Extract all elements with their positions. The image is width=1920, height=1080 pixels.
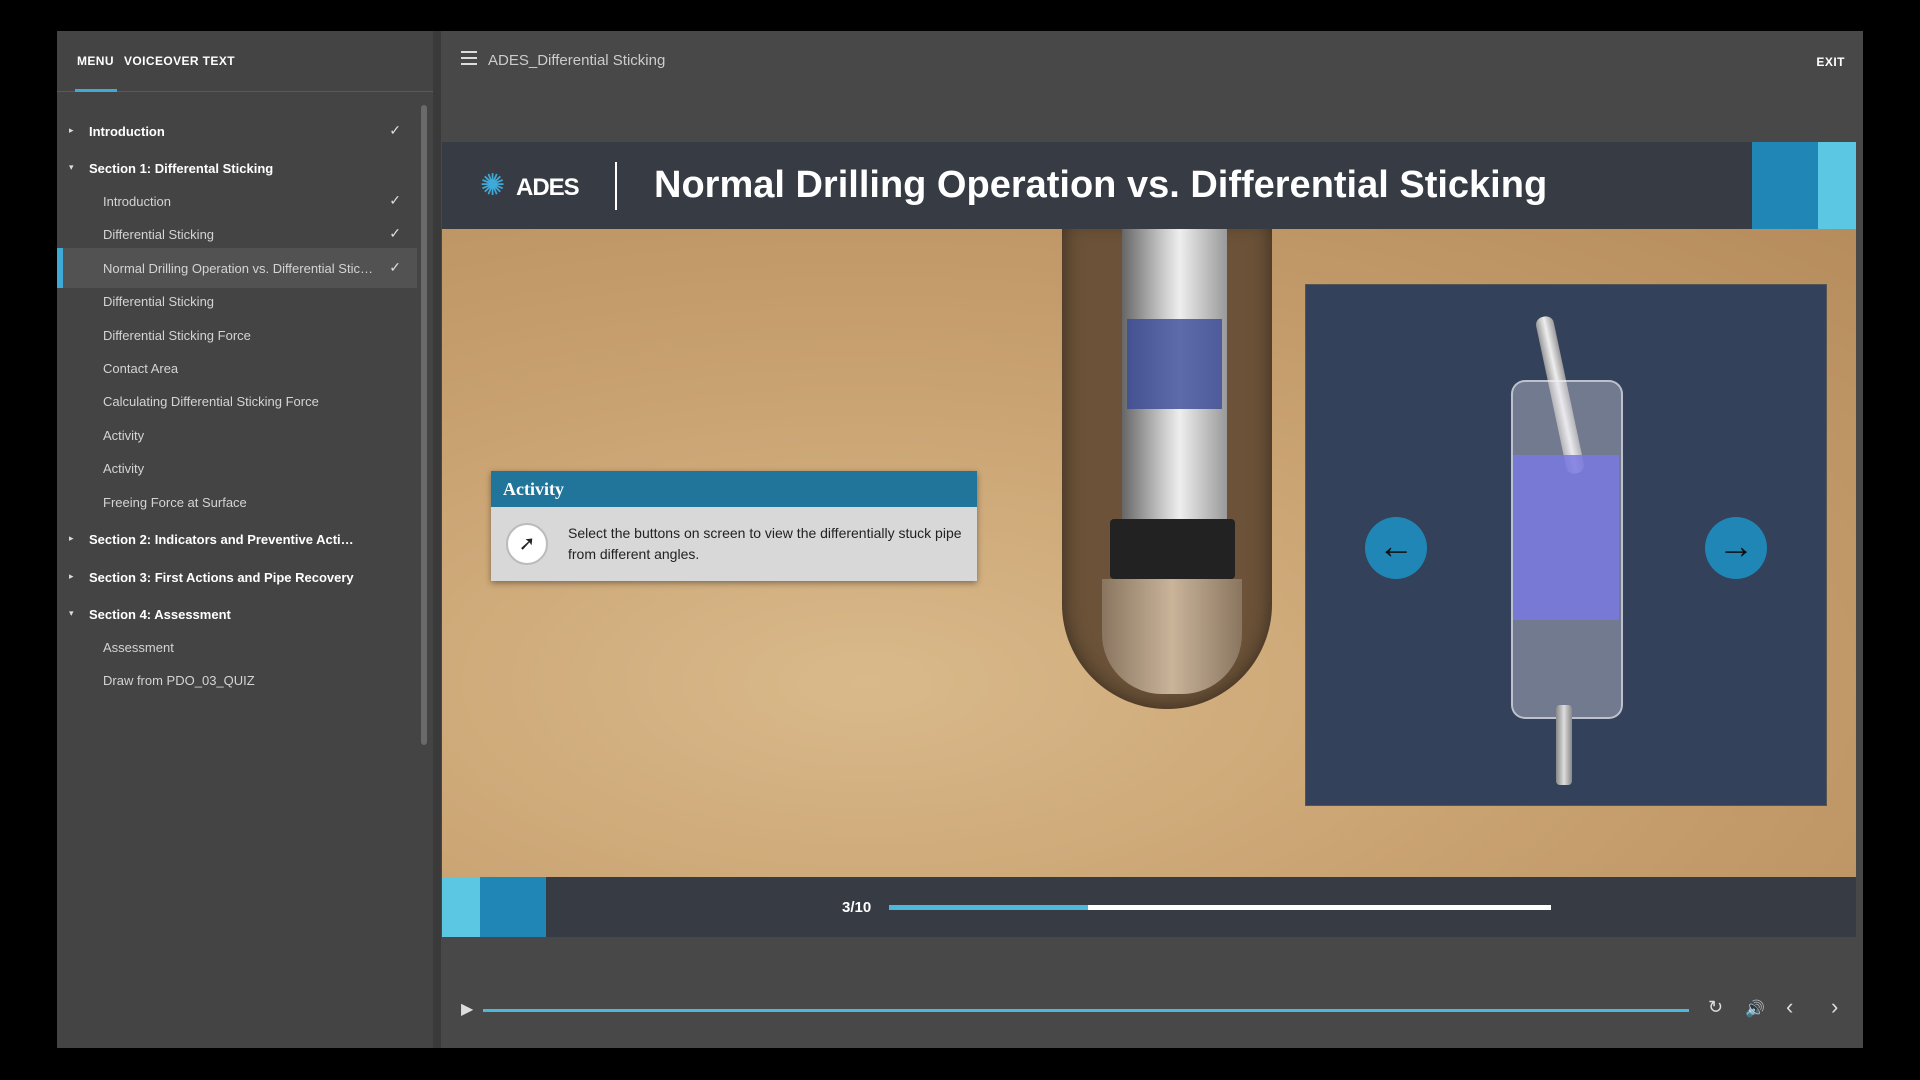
chevron-left-icon[interactable]: ‹ bbox=[1786, 994, 1793, 1020]
checkmark-icon: ✓ bbox=[389, 225, 401, 241]
slide-progress-fill bbox=[889, 905, 1088, 910]
play-icon[interactable]: ▶ bbox=[461, 999, 473, 1019]
menu-item-label: Section 1: Differental Sticking bbox=[89, 161, 274, 176]
menu-item-label: Normal Drilling Operation vs. Differenti… bbox=[103, 261, 373, 276]
menu-item-label: Section 2: Indicators and Preventive Act… bbox=[89, 532, 359, 547]
menu-list: ▸ Introduction ✓ ▾ Section 1: Differental St… bbox=[57, 91, 417, 1048]
menu-item[interactable]: Freeing Force at Surface bbox=[57, 482, 417, 522]
menu-item-label: Calculating Differential Sticking Force bbox=[103, 394, 319, 409]
pipe-bottom-illustration bbox=[1556, 705, 1572, 785]
caret-right-icon: ▸ bbox=[69, 125, 74, 135]
caret-right-icon: ▸ bbox=[69, 571, 74, 581]
activity-instructions: Select the buttons on screen to view the… bbox=[568, 525, 962, 562]
sidebar: MENU VOICEOVER TEXT ▸ Introduction ✓ ▾ Secti… bbox=[57, 31, 441, 1048]
footer-accent-dark bbox=[480, 877, 546, 937]
sidebar-scrollbar[interactable] bbox=[421, 105, 427, 745]
header-accent-light bbox=[1818, 142, 1856, 229]
menu-item-label: Draw from PDO_03_QUIZ bbox=[103, 673, 255, 688]
header-divider bbox=[615, 162, 617, 210]
page-counter: 3/10 bbox=[842, 899, 872, 916]
menu-section[interactable]: ▸ Section 2: Indicators and Preventive Ac… bbox=[57, 519, 417, 559]
menu-item-label: Introduction bbox=[89, 124, 165, 139]
menu-item[interactable]: Draw from PDO_03_QUIZ bbox=[57, 660, 417, 700]
logo-text: ADES bbox=[516, 174, 580, 201]
top-bar: ADES_Differential Sticking EXIT bbox=[441, 31, 1863, 91]
player-controls: ▶ ↻ 🔊 ‹ › bbox=[441, 991, 1863, 1031]
slide-footer: 3/10 bbox=[442, 877, 1856, 937]
activity-callout: Activity ➚ Select the buttons on screen … bbox=[491, 471, 977, 581]
checkmark-icon: ✓ bbox=[389, 122, 401, 138]
chevron-right-icon[interactable]: › bbox=[1831, 994, 1838, 1020]
slide: ✺ ADES Normal Drilling Operation vs. Dif… bbox=[442, 142, 1856, 937]
ades-logo: ✺ ADES bbox=[480, 170, 590, 202]
checkmark-icon: ✓ bbox=[389, 192, 401, 208]
volume-icon[interactable]: 🔊 bbox=[1745, 999, 1765, 1019]
menu-item-label: Differential Sticking Force bbox=[103, 328, 251, 343]
slide-title: Normal Drilling Operation vs. Differenti… bbox=[654, 164, 1548, 206]
menu-item-label: Section 4: Assessment bbox=[89, 607, 231, 622]
logo-star-icon: ✺ bbox=[480, 169, 506, 202]
menu-item-label: Differential Sticking bbox=[103, 227, 215, 242]
hamburger-icon[interactable] bbox=[461, 51, 477, 69]
drill-collar-illustration bbox=[1110, 519, 1235, 579]
menu-item-label: Section 3: First Actions and Pipe Recove… bbox=[89, 570, 354, 585]
sidebar-tabs: MENU VOICEOVER TEXT bbox=[57, 31, 433, 92]
menu-item-label: Differential Sticking bbox=[103, 294, 215, 309]
header-accent-dark bbox=[1752, 142, 1818, 229]
caret-down-icon: ▾ bbox=[69, 608, 74, 618]
course-player: MENU VOICEOVER TEXT ▸ Introduction ✓ ▾ Secti… bbox=[57, 31, 1863, 1048]
pipe-band-illustration bbox=[1127, 319, 1222, 409]
seek-bar[interactable] bbox=[483, 1009, 1689, 1012]
checkmark-icon: ✓ bbox=[389, 259, 401, 275]
drill-bit-illustration bbox=[1102, 579, 1242, 694]
menu-item-label: Contact Area bbox=[103, 361, 179, 376]
slide-progress-track bbox=[889, 905, 1551, 910]
menu-item-label: Freeing Force at Surface bbox=[103, 495, 247, 510]
borehole-cylinder-illustration bbox=[1511, 380, 1623, 719]
slide-header: ✺ ADES Normal Drilling Operation vs. Dif… bbox=[442, 142, 1856, 229]
menu-item-label: Introduction bbox=[103, 194, 171, 209]
menu-item-label: Activity bbox=[103, 461, 145, 476]
tab-menu[interactable]: MENU bbox=[77, 54, 114, 68]
caret-right-icon: ▸ bbox=[69, 533, 74, 543]
replay-icon[interactable]: ↻ bbox=[1708, 997, 1723, 1018]
caret-down-icon: ▾ bbox=[69, 162, 74, 172]
menu-item-label: Assessment bbox=[103, 640, 174, 655]
tab-voiceover-text[interactable]: VOICEOVER TEXT bbox=[124, 54, 235, 68]
course-title: ADES_Differential Sticking bbox=[488, 52, 666, 69]
rotate-left-button[interactable]: ← bbox=[1365, 517, 1427, 579]
footer-accent-light bbox=[442, 877, 480, 937]
activity-heading: Activity bbox=[491, 471, 977, 507]
cursor-click-icon: ➚ bbox=[506, 523, 548, 565]
3d-pipe-viewer: ← → bbox=[1305, 284, 1827, 806]
menu-item-label: Activity bbox=[103, 428, 145, 443]
menu-section[interactable]: ▸ Introduction ✓ bbox=[57, 111, 417, 151]
exit-button[interactable]: EXIT bbox=[1816, 55, 1845, 69]
slide-stage: Activity ➚ Select the buttons on screen … bbox=[442, 229, 1856, 877]
rotate-right-button[interactable]: → bbox=[1705, 517, 1767, 579]
menu-section[interactable]: ▸ Section 3: First Actions and Pipe Recov… bbox=[57, 557, 417, 597]
